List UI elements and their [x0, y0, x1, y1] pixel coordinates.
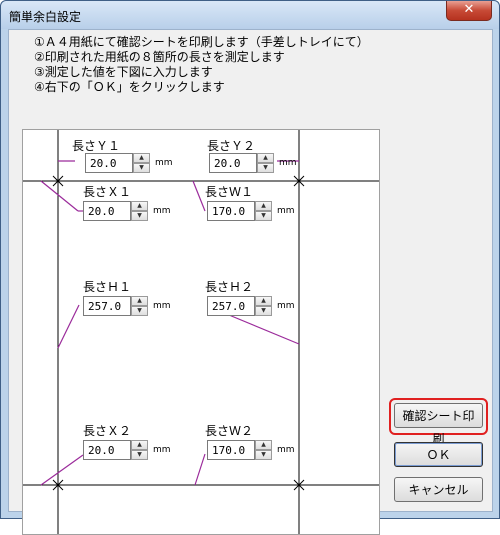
spinner-x2: ▲▼ mm	[83, 440, 173, 460]
spin-up-y2[interactable]: ▲	[257, 153, 274, 163]
label-y1: 長さＹ１	[72, 139, 121, 153]
window-title: 簡単余白設定	[9, 10, 82, 24]
dialog-window: 簡単余白設定 ✕ ①Ａ４用紙にて確認シートを印刷します（手差しトレイにて） ②印…	[0, 0, 500, 535]
label-x2: 長さＸ２	[83, 424, 132, 438]
spinner-h2: ▲▼ mm	[207, 296, 297, 316]
ok-button[interactable]: ＯＫ	[394, 442, 483, 467]
unit-w2: mm	[277, 445, 295, 455]
input-w1[interactable]	[207, 201, 255, 221]
label-w2: 長さＷ２	[205, 424, 254, 438]
title-bar[interactable]: 簡単余白設定 ✕	[1, 1, 499, 29]
spinner-w1: ▲▼ mm	[207, 201, 297, 221]
input-h1[interactable]	[83, 296, 131, 316]
spin-down-h2[interactable]: ▼	[255, 306, 272, 316]
dialog-body: ①Ａ４用紙にて確認シートを印刷します（手差しトレイにて） ②印刷された用紙の８箇…	[8, 29, 493, 535]
spin-down-y2[interactable]: ▼	[257, 163, 274, 173]
spin-down-y1[interactable]: ▼	[133, 163, 150, 173]
close-button[interactable]: ✕	[446, 1, 492, 21]
input-w2[interactable]	[207, 440, 255, 460]
input-x1[interactable]	[83, 201, 131, 221]
spinner-x1: ▲▼ mm	[83, 201, 173, 221]
instruction-4: ④右下の「ＯＫ」をクリックします	[34, 80, 225, 94]
spinner-y2: ▲▼ mm	[209, 153, 299, 173]
spin-up-h1[interactable]: ▲	[131, 296, 148, 306]
margin-diagram: 長さＹ１ ▲▼ mm 長さＹ２ ▲▼ mm 長さＸ１ ▲▼ mm 長さＷ１	[22, 129, 380, 535]
label-y2: 長さＹ２	[207, 139, 256, 153]
label-x1: 長さＸ１	[83, 185, 132, 199]
spinner-h1: ▲▼ mm	[83, 296, 173, 316]
spin-up-y1[interactable]: ▲	[133, 153, 150, 163]
unit-x2: mm	[153, 445, 171, 455]
print-sheet-button[interactable]: 確認シート印刷	[394, 403, 483, 446]
input-h2[interactable]	[207, 296, 255, 316]
spin-down-w2[interactable]: ▼	[255, 450, 272, 460]
unit-h2: mm	[277, 301, 295, 311]
spin-up-x1[interactable]: ▲	[131, 201, 148, 211]
cancel-button[interactable]: キャンセル	[394, 477, 483, 502]
spinner-w2: ▲▼ mm	[207, 440, 297, 460]
unit-y1: mm	[155, 158, 173, 168]
unit-h1: mm	[153, 301, 171, 311]
close-icon: ✕	[463, 2, 475, 17]
unit-y2: mm	[279, 158, 297, 168]
spinner-y1: ▲▼ mm	[85, 153, 175, 173]
margin-diagram-lines	[23, 130, 379, 534]
input-x2[interactable]	[83, 440, 131, 460]
spin-up-h2[interactable]: ▲	[255, 296, 272, 306]
label-w1: 長さＷ１	[205, 185, 254, 199]
spin-down-x1[interactable]: ▼	[131, 211, 148, 221]
spin-up-w1[interactable]: ▲	[255, 201, 272, 211]
input-y1[interactable]	[85, 153, 133, 173]
spin-up-x2[interactable]: ▲	[131, 440, 148, 450]
label-h1: 長さＨ１	[83, 280, 132, 294]
input-y2[interactable]	[209, 153, 257, 173]
spin-down-w1[interactable]: ▼	[255, 211, 272, 221]
spin-up-w2[interactable]: ▲	[255, 440, 272, 450]
unit-x1: mm	[153, 206, 171, 216]
spin-down-x2[interactable]: ▼	[131, 450, 148, 460]
spin-down-h1[interactable]: ▼	[131, 306, 148, 316]
unit-w1: mm	[277, 206, 295, 216]
label-h2: 長さＨ２	[205, 280, 254, 294]
